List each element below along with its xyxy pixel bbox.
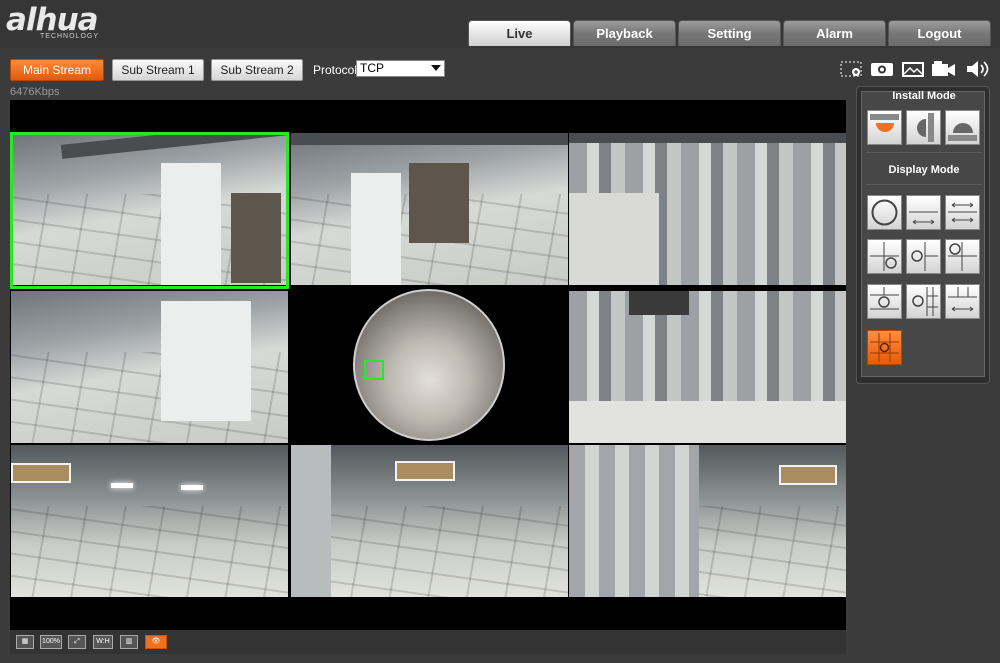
- ratio-label: W:H: [96, 638, 110, 645]
- ceiling-light: [181, 485, 203, 490]
- floor-area: [569, 401, 846, 443]
- dewarp-view-4[interactable]: [11, 291, 288, 443]
- ceiling-mount-icon[interactable]: [867, 110, 902, 145]
- sub-stream-1-button[interactable]: Sub Stream 1: [112, 59, 204, 81]
- fisheye-original-icon[interactable]: [867, 195, 902, 230]
- 1p8-icon[interactable]: [867, 330, 902, 365]
- dewarp-view-7[interactable]: [11, 445, 288, 597]
- window: [779, 465, 837, 485]
- aspect-ratio-icon[interactable]: W:H: [93, 635, 113, 649]
- tab-alarm[interactable]: Alarm: [783, 20, 886, 46]
- panorama-360-icon[interactable]: [945, 195, 980, 230]
- smart-codec-icon[interactable]: ▥: [120, 635, 138, 649]
- audio-icon[interactable]: [965, 60, 989, 78]
- floor-area: [569, 193, 659, 285]
- window: [395, 461, 455, 481]
- floor-tiles: [291, 505, 568, 597]
- bitrate-readout: 6476Kbps: [10, 86, 60, 98]
- install-mode-title: Install Mode: [892, 90, 956, 102]
- curtain-shadow: [409, 163, 469, 243]
- 1p6-icon[interactable]: [945, 284, 980, 319]
- video-bottom-bar: ▦ 100% ⤢ W:H ▥ 👁: [10, 630, 846, 654]
- tab-playback[interactable]: Playback: [573, 20, 676, 46]
- tab-live[interactable]: Live: [468, 20, 571, 46]
- 1p4-icon[interactable]: [867, 284, 902, 319]
- main-stream-button[interactable]: Main Stream: [10, 59, 104, 81]
- display-mode-title: Display Mode: [888, 164, 960, 176]
- 1p2-icon[interactable]: [906, 239, 941, 274]
- logo-subtext: TECHNOLOGY: [40, 33, 100, 40]
- fisheye-roi-marker[interactable]: [364, 360, 384, 380]
- panel-body: Install Mode Display Mode: [861, 90, 985, 377]
- chevron-down-icon: [431, 65, 441, 71]
- stream-toolbar: Main Stream Sub Stream 1 Sub Stream 2 Pr…: [0, 48, 1000, 88]
- live-video-area[interactable]: [10, 100, 846, 630]
- curtain-top: [629, 291, 689, 315]
- fit-window-icon[interactable]: ▦: [16, 635, 34, 649]
- panel-divider: [866, 152, 982, 153]
- dewarp-view-9[interactable]: [569, 445, 846, 597]
- original-size-icon[interactable]: 100%: [40, 635, 62, 649]
- ceiling-beam: [291, 133, 568, 145]
- tab-setting[interactable]: Setting: [678, 20, 781, 46]
- wall-mount-icon[interactable]: [906, 110, 941, 145]
- ceiling-beam: [569, 133, 846, 143]
- triple-snapshot-icon[interactable]: [901, 60, 925, 78]
- dewarp-view-8[interactable]: [291, 445, 568, 597]
- 2p-icon[interactable]: [906, 284, 941, 319]
- window: [11, 463, 71, 483]
- fisheye-side-panel: Install Mode Display Mode: [856, 86, 990, 384]
- app-header: alhua TECHNOLOGY Live Playback Setting A…: [0, 0, 1000, 48]
- protocol-value: TCP: [360, 61, 384, 75]
- protocol-select[interactable]: TCP: [356, 60, 445, 77]
- snapshot-icon[interactable]: [870, 60, 894, 78]
- dewarp-view-3[interactable]: [569, 133, 846, 285]
- selected-view-border: [10, 132, 289, 289]
- dewarp-view-2[interactable]: [291, 133, 568, 285]
- eye-icon[interactable]: 👁: [145, 635, 167, 649]
- fullscreen-icon[interactable]: ⤢: [68, 635, 86, 649]
- pillar: [351, 173, 401, 285]
- panel-divider: [866, 184, 982, 185]
- curtain-edge: [291, 445, 331, 597]
- floor-tiles: [11, 505, 288, 597]
- protocol-label: Protocol: [313, 63, 358, 77]
- zoom-label: 100%: [42, 638, 60, 645]
- zoom-region-icon[interactable]: [840, 60, 864, 78]
- panorama-180-icon[interactable]: [906, 195, 941, 230]
- sub-stream-2-button[interactable]: Sub Stream 2: [211, 59, 303, 81]
- glass-partition: [161, 301, 251, 421]
- 1p3-icon[interactable]: [945, 239, 980, 274]
- dewarp-view-6[interactable]: [569, 291, 846, 443]
- record-icon[interactable]: [931, 60, 955, 78]
- ground-mount-icon[interactable]: [945, 110, 980, 145]
- ceiling-light: [111, 483, 133, 488]
- 1p1-icon[interactable]: [867, 239, 902, 274]
- curtain: [569, 445, 699, 597]
- tab-logout[interactable]: Logout: [888, 20, 991, 46]
